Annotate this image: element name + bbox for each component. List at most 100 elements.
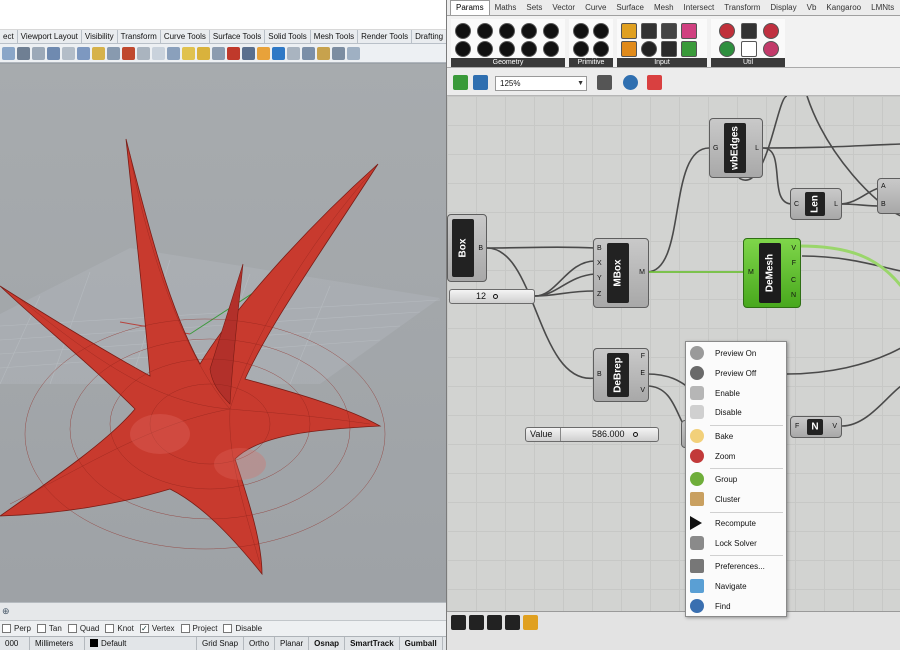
gh-tab-surface[interactable]: Surface	[611, 1, 649, 15]
wbedges-output-l[interactable]: L	[755, 145, 759, 153]
options-icon[interactable]	[302, 46, 315, 60]
gh-canvas[interactable]: Box B 12 B X Y Z MBox M G wbEdges L C Le…	[447, 96, 900, 611]
osnap-disable-checkbox[interactable]	[223, 624, 233, 633]
rotate-view-icon[interactable]	[62, 46, 75, 60]
preview-eye-icon[interactable]	[623, 75, 638, 90]
fruit-icon[interactable]	[763, 41, 779, 57]
n-input-f[interactable]: F	[795, 423, 799, 431]
pan-icon[interactable]	[17, 46, 30, 60]
perspective-viewport[interactable]	[0, 64, 446, 602]
osnap-quad-checkbox[interactable]	[67, 624, 77, 633]
menu-item-preview-off[interactable]: Preview Off	[686, 364, 786, 383]
smarttrack-toggle[interactable]: SmartTrack	[345, 637, 400, 650]
rhino-tab-viewport-layout[interactable]: Viewport Layout	[18, 30, 82, 43]
partial-input-a[interactable]: A	[881, 183, 886, 191]
light-bulb-icon[interactable]	[182, 46, 195, 60]
toolbar-more-icon[interactable]	[347, 46, 360, 60]
param-arc-icon[interactable]	[499, 23, 515, 39]
layout-icon[interactable]	[505, 615, 520, 630]
input-button-icon[interactable]	[641, 41, 657, 57]
param-point-icon[interactable]	[455, 23, 471, 39]
input-graph-icon[interactable]	[621, 41, 637, 57]
osnap-project[interactable]: Project	[180, 624, 217, 633]
gh-tab-display[interactable]: Display	[765, 1, 801, 15]
mbox-input-x[interactable]: X	[597, 260, 602, 268]
rhino-tab-mesh-tools[interactable]: Mesh Tools	[311, 30, 359, 43]
wbedges-input-g[interactable]: G	[713, 145, 718, 153]
rhino-tab-transform[interactable]: Transform	[118, 30, 161, 43]
debrep-component[interactable]: B DeBrep F E V	[593, 348, 649, 402]
set-view-icon[interactable]	[167, 46, 180, 60]
input-swatch-icon[interactable]	[681, 23, 697, 39]
gh-tab-curve[interactable]: Curve	[580, 1, 611, 15]
mbox-input-y[interactable]: Y	[597, 275, 602, 283]
mbox-output-m[interactable]: M	[639, 269, 645, 277]
cherries-green-icon[interactable]	[719, 41, 735, 57]
four-viewports-icon[interactable]	[107, 46, 120, 60]
rhino-tab-drafting[interactable]: Drafting	[412, 30, 446, 43]
status-layer[interactable]: Default	[85, 637, 197, 650]
number-slider[interactable]: Value 586.000	[525, 427, 659, 442]
demesh-input-m[interactable]: M	[748, 269, 754, 277]
rhino-tab-curve-tools[interactable]: Curve Tools	[161, 30, 210, 43]
grid-snap-toggle[interactable]: Grid Snap	[197, 637, 245, 650]
len-component[interactable]: C Len L	[790, 188, 842, 220]
color-wheel-icon[interactable]	[272, 46, 285, 60]
param-text-icon[interactable]	[593, 41, 609, 57]
ortho-toggle[interactable]: Ortho	[244, 637, 276, 650]
menu-item-preview-on[interactable]: Preview On	[686, 344, 786, 363]
debrep-output-e[interactable]: E	[640, 370, 645, 378]
slider-grip-icon[interactable]	[493, 294, 498, 299]
bulb-off-icon[interactable]	[197, 46, 210, 60]
menu-item-bake[interactable]: Bake	[686, 427, 786, 446]
cherry-icon[interactable]	[763, 23, 779, 39]
param-surface-icon[interactable]	[499, 41, 515, 57]
demesh-output-f[interactable]: F	[792, 260, 796, 268]
menu-item-navigate[interactable]: Navigate	[686, 577, 786, 596]
integer-slider[interactable]: 12	[449, 289, 535, 304]
osnap-vertex[interactable]: ✓ Vertex	[139, 624, 175, 633]
sketch-pen-icon[interactable]	[647, 75, 662, 90]
mbox-input-z[interactable]: Z	[597, 291, 601, 299]
plus-icon[interactable]: ⊕	[2, 606, 14, 618]
param-vector-icon[interactable]	[477, 41, 493, 57]
help-icon[interactable]	[332, 46, 345, 60]
gh-tab-maths[interactable]: Maths	[490, 1, 522, 15]
param-brep-icon[interactable]	[521, 41, 537, 57]
osnap-toggle[interactable]: Osnap	[309, 637, 346, 650]
gh-tab-lmnts[interactable]: LMNts	[866, 1, 899, 15]
arrow-right-icon[interactable]	[741, 23, 757, 39]
gh-tab-intersect[interactable]: Intersect	[679, 1, 720, 15]
zoom-level-select[interactable]: 125% ▼	[495, 76, 587, 91]
demesh-output-n[interactable]: N	[791, 292, 796, 300]
zoom-extents-icon[interactable]	[47, 46, 60, 60]
len-output-l[interactable]: L	[834, 201, 838, 209]
menu-item-recompute[interactable]: Recompute	[686, 514, 786, 533]
n-output-v[interactable]: V	[832, 423, 837, 431]
wbedges-component[interactable]: G wbEdges L	[709, 118, 763, 178]
param-circle-icon[interactable]	[477, 23, 493, 39]
cplane-icon[interactable]	[152, 46, 165, 60]
gh-tab-kangaroo[interactable]: Kangaroo	[821, 1, 866, 15]
rhino-tab-render-tools[interactable]: Render Tools	[358, 30, 413, 43]
rhino-tab-solid-tools[interactable]: Solid Tools	[265, 30, 311, 43]
menu-item-cluster[interactable]: Cluster	[686, 490, 786, 509]
param-number-icon[interactable]	[593, 23, 609, 39]
gh-tab-vector[interactable]: Vector	[547, 1, 580, 15]
osnap-knot[interactable]: Knot	[105, 624, 134, 633]
car-icon[interactable]	[122, 46, 135, 60]
debrep-output-f[interactable]: F	[641, 353, 645, 361]
input-slider-icon[interactable]	[641, 23, 657, 39]
gumball-toggle[interactable]: Gumball	[400, 637, 443, 650]
menu-item-enable[interactable]: Enable	[686, 384, 786, 403]
demesh-output-v[interactable]: V	[791, 245, 796, 253]
param-curve-icon[interactable]	[521, 23, 537, 39]
osnap-tan[interactable]: Tan	[36, 624, 62, 633]
save-file-icon[interactable]	[473, 75, 488, 90]
layer-icon[interactable]	[212, 46, 225, 60]
n-component[interactable]: F N V	[790, 416, 842, 438]
osnap-project-checkbox[interactable]	[180, 624, 190, 633]
zoom-window-icon[interactable]	[32, 46, 45, 60]
select-icon[interactable]	[2, 46, 15, 60]
param-boolean-icon[interactable]	[573, 41, 589, 57]
